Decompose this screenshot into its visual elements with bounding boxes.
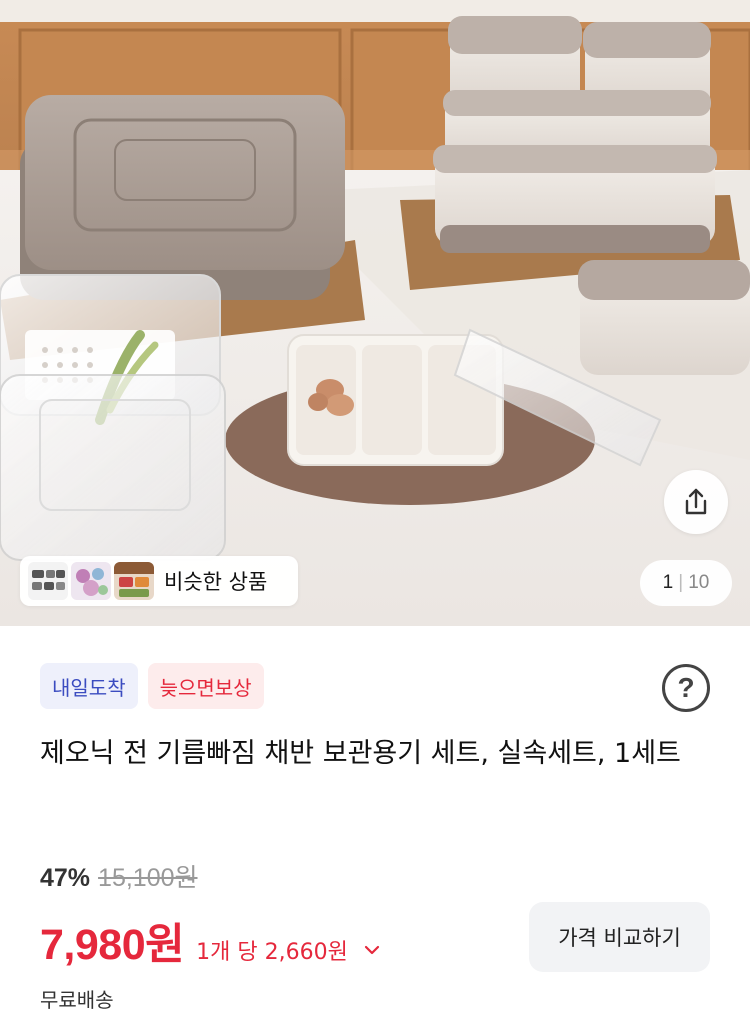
chevron-down-icon <box>364 945 379 955</box>
share-icon <box>685 488 707 515</box>
product-photo <box>0 0 750 626</box>
similar-thumbnails <box>28 562 154 600</box>
similar-thumb-2 <box>71 562 111 600</box>
discount-row: 47% 15,100원 <box>40 858 198 894</box>
price-row: 7,980원 1개 당 2,660원 <box>40 910 381 972</box>
shipping-info: 무료배송 <box>40 988 114 1012</box>
product-image-carousel[interactable]: 비슷한 상품 1 | 10 <box>0 0 750 626</box>
unit-price-text: 1개 당 2,660원 <box>196 940 348 965</box>
price-compare-button[interactable]: 가격 비교하기 <box>529 902 710 972</box>
question-icon: ? <box>677 672 695 703</box>
share-button[interactable] <box>664 470 728 534</box>
product-title: 제오닉 전 기름빠짐 채반 보관용기 세트, 실속세트, 1세트 <box>40 738 681 769</box>
discount-percent: 47% <box>40 864 91 892</box>
badge-row: 내일도착 늦으면보상 <box>40 663 264 709</box>
sale-price: 7,980원 <box>40 921 185 969</box>
counter-separator: | <box>678 572 684 593</box>
counter-total: 10 <box>688 572 710 593</box>
help-button[interactable]: ? <box>662 664 710 712</box>
image-counter: 1 | 10 <box>640 560 732 606</box>
similar-thumb-3 <box>114 562 154 600</box>
similar-products-label: 비슷한 상품 <box>164 570 268 594</box>
delivery-badge: 내일도착 <box>40 663 138 709</box>
original-price: 15,100원 <box>98 864 198 892</box>
counter-current: 1 <box>662 572 674 593</box>
late-compensation-badge: 늦으면보상 <box>147 663 264 709</box>
unit-price-toggle[interactable]: 1개 당 2,660원 <box>196 934 381 966</box>
similar-products-button[interactable]: 비슷한 상품 <box>20 556 298 606</box>
similar-thumb-1 <box>28 562 68 600</box>
